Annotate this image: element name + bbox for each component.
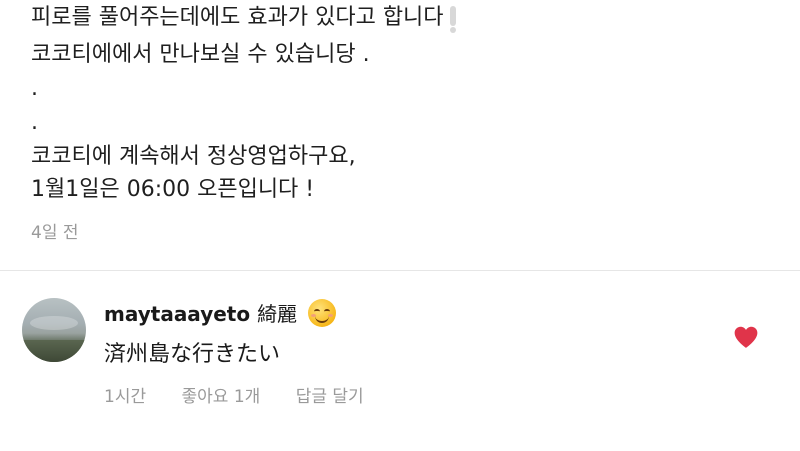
- caption-line: 코코티에 계속해서 정상영업하구요,: [31, 144, 356, 169]
- caption-line: 1월1일은 06:00 오픈입니다 !: [31, 177, 315, 202]
- comment-username[interactable]: maytaaayeto: [104, 302, 250, 326]
- divider: [0, 270, 800, 271]
- caption-line: 코코티에에서 만나보실 수 있습니당 .: [31, 42, 370, 67]
- comment-username-text: 綺麗: [257, 302, 298, 326]
- heart-icon[interactable]: [733, 325, 759, 349]
- caption-line: .: [31, 76, 38, 101]
- exclamation-icon: [449, 6, 456, 33]
- comment-header: maytaaayeto 綺麗: [104, 298, 337, 327]
- comment-likes-count[interactable]: 좋아요 1개: [182, 387, 261, 407]
- comment-timestamp: 1시간: [104, 387, 147, 407]
- comment-actions: 1시간 좋아요 1개 답글 달기: [104, 382, 394, 407]
- caption-line: 피로를 풀어주는데에도 효과가 있다고 합니다: [31, 3, 456, 33]
- reply-button[interactable]: 답글 달기: [296, 387, 364, 407]
- comment-text: 済州島な行きたい: [104, 342, 281, 367]
- avatar[interactable]: [22, 298, 86, 362]
- avatar-sky: [30, 316, 78, 330]
- caption-line: .: [31, 110, 38, 135]
- post-timestamp: 4일 전: [31, 223, 79, 243]
- smiling-face-emoji-icon: [308, 299, 337, 327]
- caption-line-text: 피로를 풀어주는데에도 효과가 있다고 합니다: [31, 5, 444, 30]
- comment: maytaaayeto 綺麗 済州島な行きたい 1시간 좋아요 1개 답글 달기: [0, 280, 800, 440]
- avatar-landscape: [22, 340, 86, 362]
